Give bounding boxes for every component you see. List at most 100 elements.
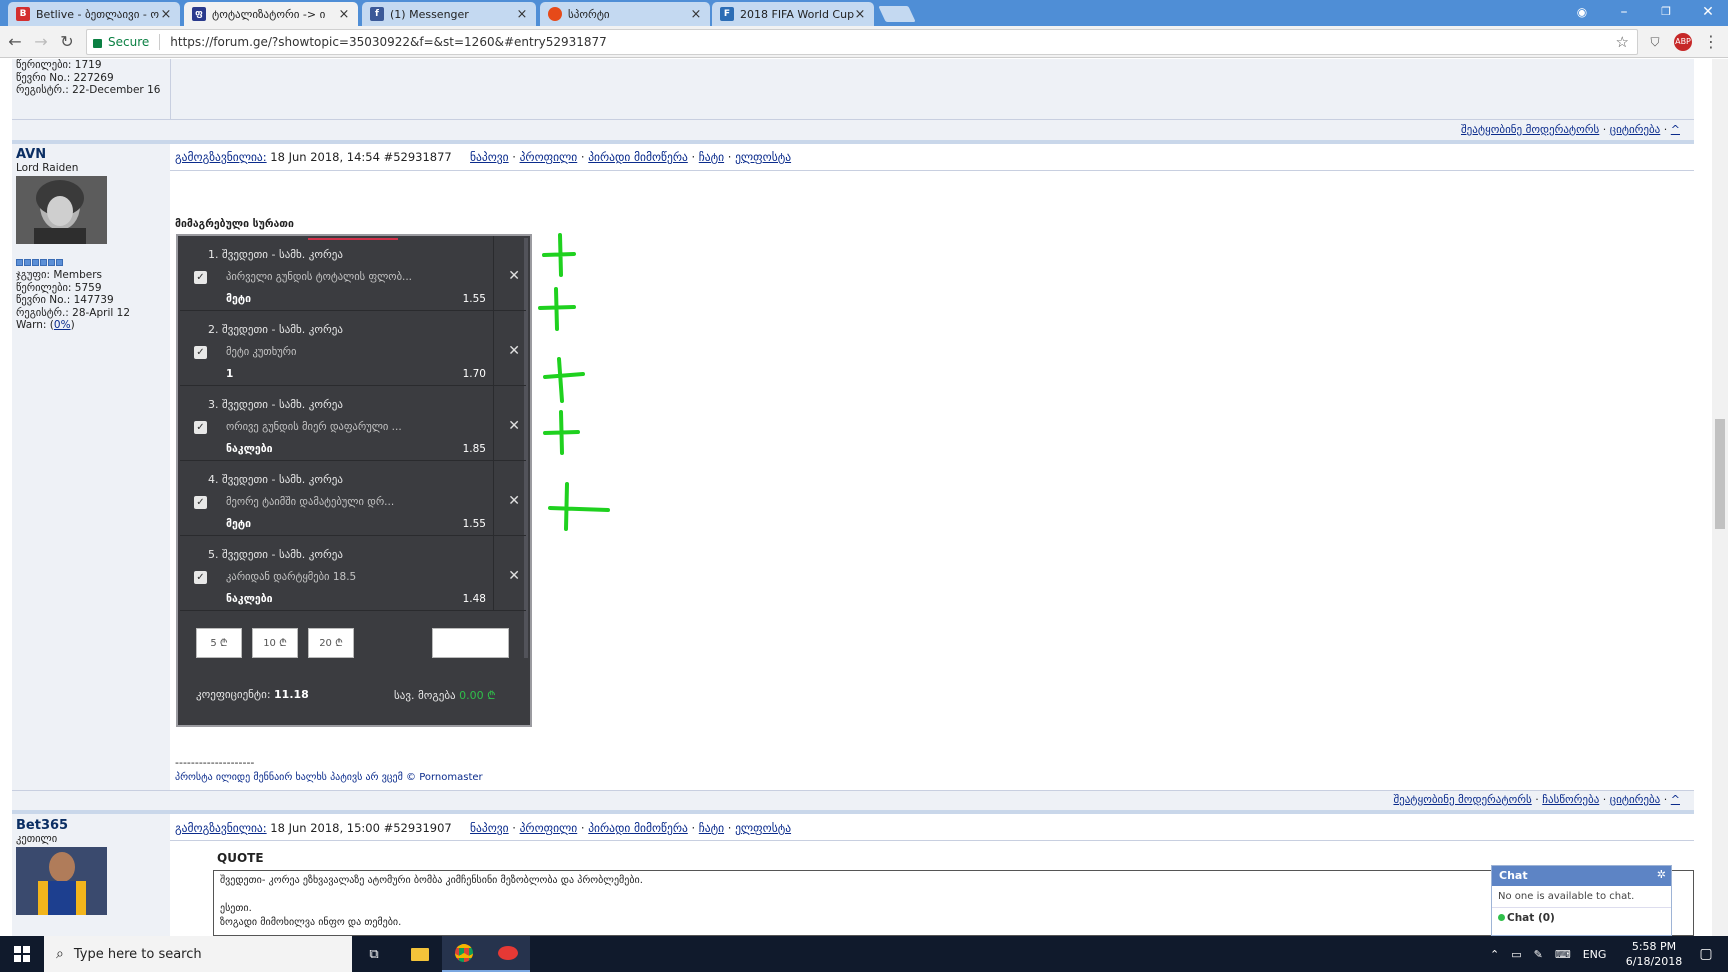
clock-date: 6/18/2018 — [1625, 955, 1683, 968]
post-author-name[interactable]: AVN — [16, 148, 174, 162]
private-message-link[interactable]: პირადი მიმოწერა — [588, 821, 688, 835]
close-tab-icon[interactable]: × — [160, 7, 172, 22]
tab-forum[interactable]: ფ ტოტალიზატორი -> ი × — [184, 2, 358, 26]
profile-icon[interactable]: ◉ — [1562, 0, 1602, 26]
page-scrollbar[interactable] — [1712, 59, 1728, 936]
prev-post-footer — [12, 119, 1694, 140]
bet-match: 2. შვედეთი - სამხ. კორეა — [208, 323, 343, 336]
checkbox-checked-icon[interactable]: ✓ — [194, 271, 207, 284]
gear-icon[interactable]: ✲ — [1657, 868, 1666, 881]
chat-title: Chat — [1499, 869, 1528, 882]
tab-fifa[interactable]: F 2018 FIFA World Cup Ru × — [712, 2, 874, 26]
plus-mark-icon — [538, 287, 576, 331]
plus-mark-icon — [548, 482, 610, 531]
chat-footer[interactable]: Chat (0) — [1492, 908, 1671, 928]
scrollbar-thumb[interactable] — [1715, 419, 1725, 529]
new-tab-button[interactable] — [878, 6, 916, 22]
checkbox-checked-icon[interactable]: ✓ — [194, 496, 207, 509]
betslip-image[interactable]: 1. შვედეთი - სამხ. კორეა ✓ პირველი გუნდი… — [176, 234, 532, 727]
back-icon[interactable]: ← — [6, 33, 24, 51]
stake-20-button[interactable]: 20 ₾ — [308, 628, 354, 658]
post-author-name[interactable]: Bet365 — [16, 819, 174, 833]
bet-pick: მეტი კუთხური — [226, 346, 297, 358]
browser-tab-bar: B Betlive - ბეთლაივი - ო × ფ ტოტალიზატორ… — [0, 0, 1728, 26]
network-icon[interactable]: ▭ — [1511, 948, 1521, 961]
report-moderator-link[interactable]: შეატყობინე მოდერატორს — [1393, 793, 1531, 806]
stake-input[interactable] — [432, 628, 509, 658]
close-window-button[interactable]: ✕ — [1688, 0, 1728, 26]
pen-icon[interactable]: ✎ — [1534, 948, 1543, 961]
total-coefficient: კოეფიციენტი: 11.18 — [196, 688, 309, 701]
address-bar: ← → ↻ Secure https://forum.ge/?showtopic… — [0, 26, 1728, 58]
tab-sport[interactable]: სპორტი × — [540, 2, 710, 26]
email-link[interactable]: ელფოსტა — [735, 821, 791, 835]
bet-odd: 1.48 — [462, 593, 486, 605]
extension-icon[interactable]: ⛉ — [1646, 33, 1664, 51]
bookmark-star-icon[interactable]: ☆ — [1616, 33, 1629, 51]
taskbar-search[interactable]: ⌕ Type here to search — [44, 936, 352, 972]
chat-header[interactable]: Chat ✲ — [1492, 866, 1671, 886]
secure-indicator[interactable]: Secure — [93, 35, 149, 49]
tab-messenger[interactable]: f (1) Messenger × — [362, 2, 536, 26]
search-icon: ⌕ — [56, 946, 64, 962]
chat-link[interactable]: ჩატი — [699, 150, 724, 164]
start-button[interactable] — [0, 936, 44, 972]
messenger-app-icon[interactable] — [486, 936, 530, 972]
url-text[interactable]: https://forum.ge/?showtopic=35030922&f=&… — [170, 35, 607, 49]
remove-icon[interactable]: ✕ — [508, 418, 520, 434]
report-moderator-link[interactable]: შეატყობინე მოდერატორს — [1461, 123, 1599, 136]
remove-icon[interactable]: ✕ — [508, 268, 520, 284]
language-indicator[interactable]: ENG — [1583, 948, 1607, 961]
private-message-link[interactable]: პირადი მიმოწერა — [588, 150, 688, 164]
quote-link[interactable]: ციტირება — [1610, 793, 1661, 806]
checkbox-checked-icon[interactable]: ✓ — [194, 421, 207, 434]
quote-link[interactable]: ციტირება — [1610, 123, 1661, 136]
remove-icon[interactable]: ✕ — [508, 493, 520, 509]
avatar — [16, 176, 107, 244]
profile-link[interactable]: პროფილი — [520, 150, 578, 164]
tab-betlive[interactable]: B Betlive - ბეთლაივი - ო × — [8, 2, 180, 26]
minimize-button[interactable]: – — [1604, 0, 1644, 26]
file-explorer-icon[interactable] — [398, 936, 442, 972]
chevron-up-icon[interactable]: ⌃ — [1490, 948, 1499, 961]
clock[interactable]: 5:58 PM 6/18/2018 — [1619, 939, 1689, 969]
betslip-item: 2. შვედეთი - სამხ. კორეა ✓ მეტი კუთხური … — [180, 311, 526, 386]
find-posts-link[interactable]: ნაპოვი — [470, 821, 509, 835]
posted-label-link[interactable]: გამოგზავნილია: — [175, 821, 267, 835]
notifications-icon[interactable]: ▢ — [1684, 936, 1728, 972]
scroll-top-link[interactable]: ^ — [1671, 123, 1680, 136]
close-tab-icon[interactable]: × — [516, 7, 528, 22]
maximize-button[interactable]: ❐ — [1646, 0, 1686, 26]
forward-icon[interactable]: → — [32, 33, 50, 51]
secure-label: Secure — [108, 35, 150, 49]
chat-link[interactable]: ჩატი — [699, 821, 724, 835]
prev-post-actions: შეატყობინე მოდერატორს · ციტირება · ^ — [1460, 123, 1680, 136]
checkbox-checked-icon[interactable]: ✓ — [194, 346, 207, 359]
attachment-title: მიმაგრებული სურათი — [175, 218, 294, 230]
omnibox[interactable]: Secure https://forum.ge/?showtopic=35030… — [86, 29, 1638, 55]
profile-link[interactable]: პროფილი — [520, 821, 578, 835]
adblock-icon[interactable]: ABP — [1674, 33, 1692, 51]
reload-icon[interactable]: ↻ — [58, 33, 76, 51]
stake-5-button[interactable]: 5 ₾ — [196, 628, 242, 658]
chat-widget[interactable]: Chat ✲ No one is available to chat. Chat… — [1491, 865, 1672, 936]
stake-10-button[interactable]: 10 ₾ — [252, 628, 298, 658]
bet-match: 5. შვედეთი - სამხ. კორეა — [208, 548, 343, 561]
checkbox-checked-icon[interactable]: ✓ — [194, 571, 207, 584]
close-tab-icon[interactable]: × — [690, 7, 702, 22]
find-posts-link[interactable]: ნაპოვი — [470, 150, 509, 164]
close-tab-icon[interactable]: × — [854, 7, 866, 22]
task-view-icon[interactable]: ⧉ — [352, 936, 396, 972]
close-tab-icon[interactable]: × — [338, 7, 350, 22]
keyboard-icon[interactable]: ⌨ — [1555, 948, 1571, 961]
posted-label-link[interactable]: გამოგზავნილია: — [175, 150, 267, 164]
warn-link[interactable]: 0% — [54, 319, 71, 331]
email-link[interactable]: ელფოსტა — [735, 150, 791, 164]
remove-icon[interactable]: ✕ — [508, 343, 520, 359]
edit-link[interactable]: ჩასწორება — [1542, 793, 1599, 806]
betslip-separator — [493, 236, 494, 311]
scroll-top-link[interactable]: ^ — [1671, 793, 1680, 806]
chrome-icon[interactable] — [442, 936, 486, 972]
menu-icon[interactable]: ⋮ — [1702, 33, 1720, 51]
remove-icon[interactable]: ✕ — [508, 568, 520, 584]
